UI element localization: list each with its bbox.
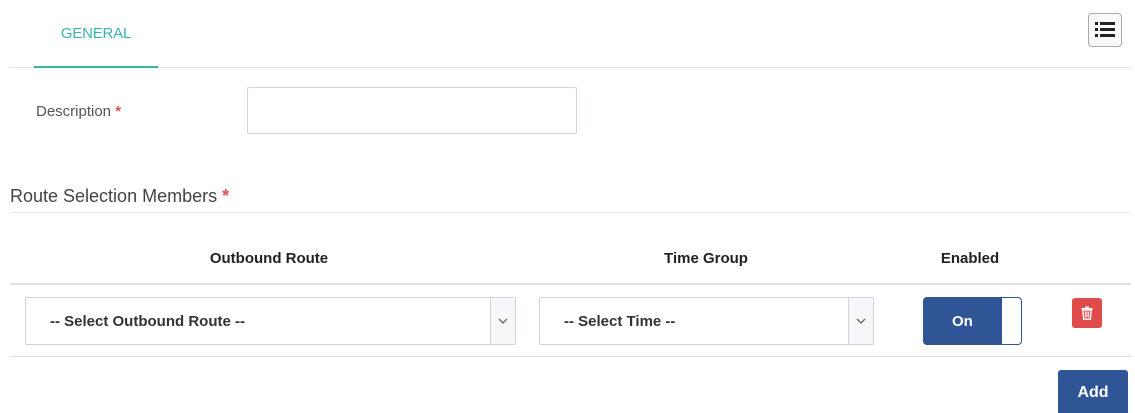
description-input[interactable] [247,87,577,134]
enabled-toggle-label: On [952,313,973,330]
outbound-route-select[interactable]: -- Select Outbound Route -- [25,297,516,345]
time-group-select[interactable]: -- Select Time -- [539,297,874,345]
route-selection-form: GENERAL Description * Route Selection Me… [0,0,1135,413]
list-icon [1095,22,1115,37]
trash-icon [1081,306,1093,320]
required-asterisk: * [115,103,122,120]
add-member-button[interactable]: Add [1058,370,1128,413]
time-group-value: -- Select Time -- [564,313,676,330]
list-menu-button[interactable] [1088,13,1122,47]
tab-bar: GENERAL [10,0,1131,68]
header-enabled: Enabled [940,250,1000,267]
time-group-dropdown-arrow[interactable] [848,298,873,344]
header-outbound-route: Outbound Route [209,250,329,267]
chevron-down-icon [498,318,508,324]
outbound-route-dropdown-arrow[interactable] [490,298,515,344]
delete-row-button[interactable] [1072,298,1102,328]
section-title-text: Route Selection Members [10,186,218,206]
table-header-divider [10,283,1131,285]
table-row-divider [10,356,1131,357]
required-asterisk: * [222,186,230,206]
outbound-route-value: -- Select Outbound Route -- [50,313,245,330]
tab-general-label: GENERAL [60,24,132,42]
toggle-knob [1001,298,1021,344]
chevron-down-icon [856,318,866,324]
tab-general[interactable]: GENERAL [34,0,158,68]
header-time-group: Time Group [664,250,748,267]
section-divider [10,212,1131,213]
enabled-toggle[interactable]: On [923,297,1022,345]
description-label: Description * [36,103,121,120]
section-title: Route Selection Members * [10,186,229,207]
description-label-text: Description [36,103,112,120]
add-button-label: Add [1077,384,1109,401]
